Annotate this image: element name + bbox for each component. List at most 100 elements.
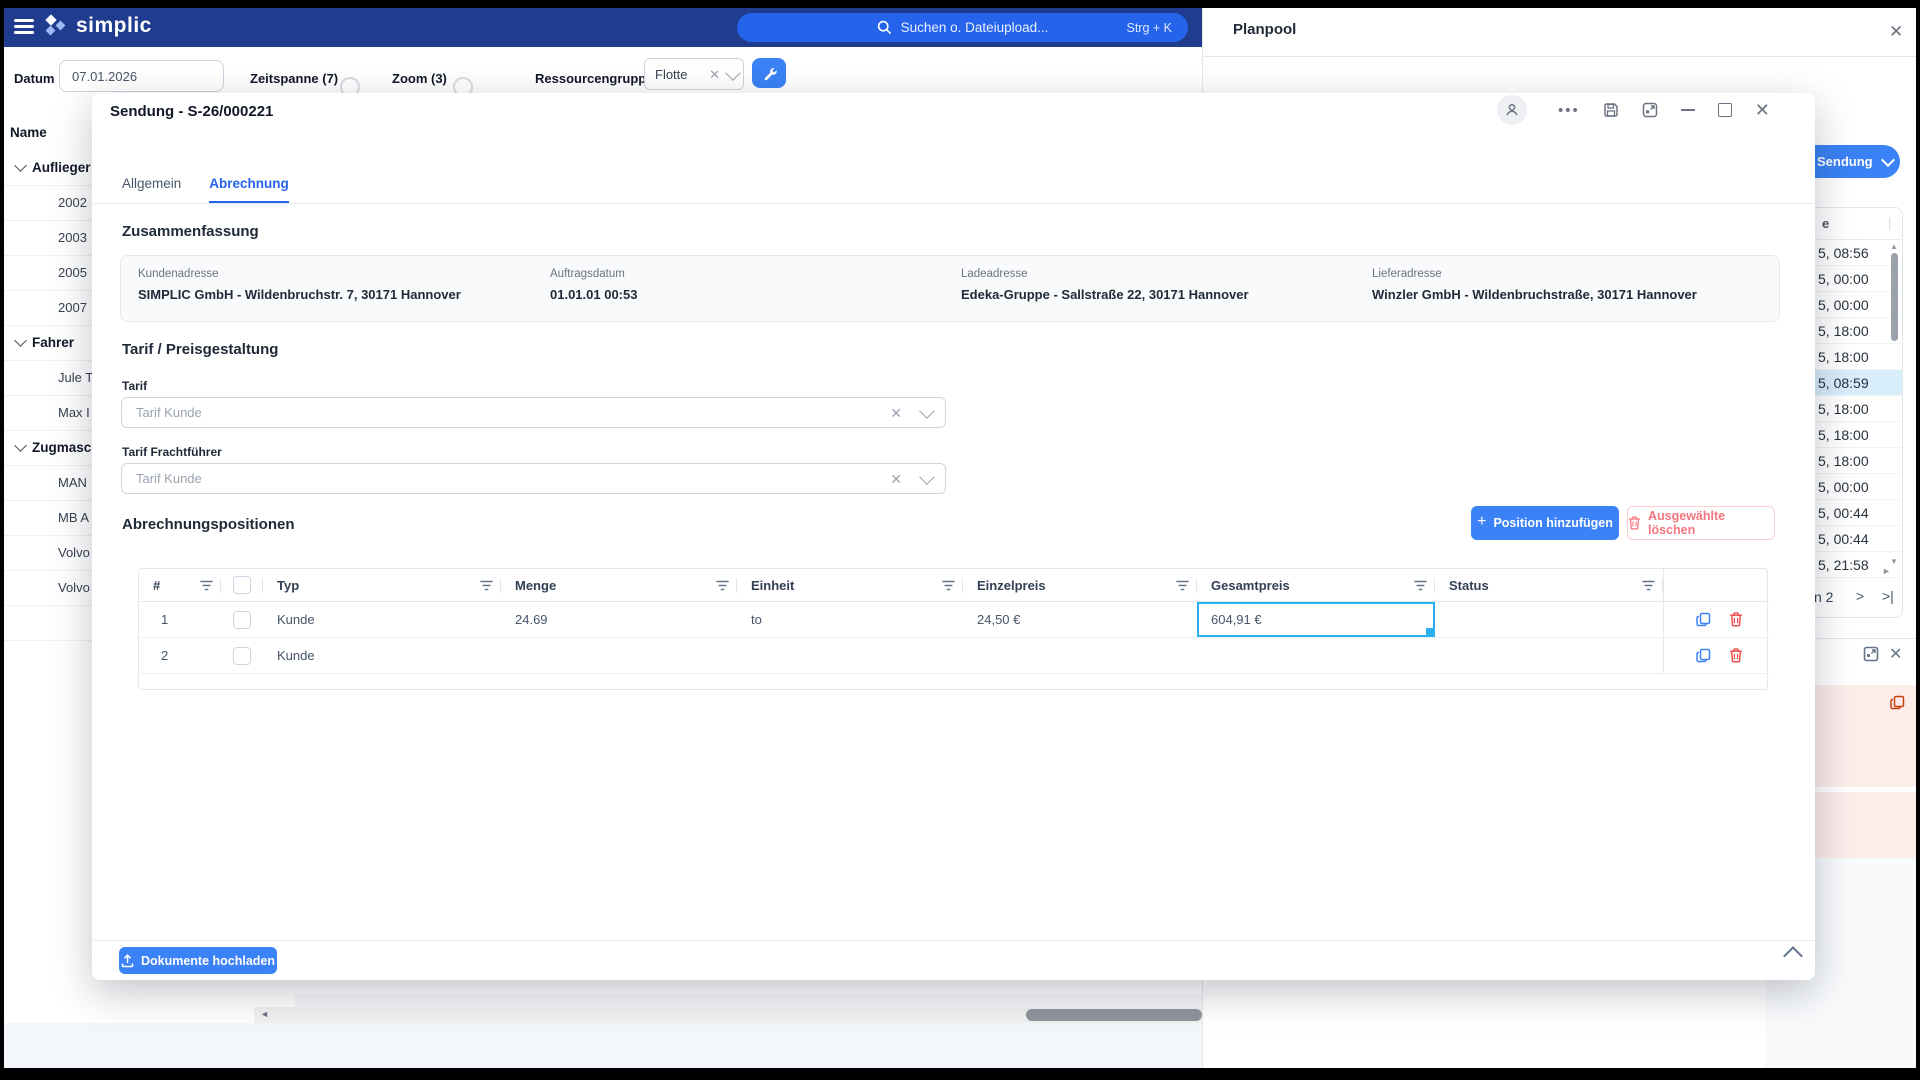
top-navbar: simplic Suchen o. Dateiupload... Strg + …	[4, 8, 1202, 47]
copy-icon[interactable]	[1696, 612, 1711, 627]
expand-icon[interactable]	[1863, 646, 1879, 662]
trash-icon[interactable]	[1729, 648, 1743, 663]
trash-icon[interactable]	[1729, 612, 1743, 627]
cell-einzelpreis[interactable]	[963, 638, 1197, 674]
col-header-typ: Typ	[263, 569, 501, 602]
grid-column-header[interactable]: e	[1822, 216, 1829, 231]
scroll-left-icon[interactable]: ◄	[260, 1009, 269, 1019]
cell-status[interactable]	[1435, 602, 1663, 638]
ressourcengruppe-select[interactable]: Flotte ✕	[644, 58, 744, 90]
dialog-header-icons: ••• ✕	[1497, 94, 1770, 126]
row-checkbox[interactable]	[233, 610, 251, 629]
divider	[92, 203, 1815, 204]
filter-icon[interactable]	[1642, 580, 1655, 591]
last-page-icon[interactable]: >|	[1882, 588, 1894, 604]
cell-menge[interactable]	[501, 638, 737, 674]
scroll-up-icon[interactable]: ▲	[1890, 242, 1898, 251]
section-heading-zusammenfassung: Zusammenfassung	[122, 223, 259, 240]
minimize-icon[interactable]	[1680, 109, 1695, 111]
scrollbar-thumb[interactable]	[1026, 1009, 1202, 1021]
cell-actions	[1663, 602, 1769, 638]
clear-icon[interactable]: ✕	[890, 472, 902, 486]
tarif-frachtfuehrer-select[interactable]: Tarif Kunde ✕	[121, 463, 946, 494]
ressourcengruppe-label: Ressourcengruppe	[535, 71, 654, 86]
zeitspanne-label: Zeitspanne (7)	[250, 71, 339, 86]
close-icon[interactable]: ✕	[1755, 100, 1770, 121]
search-icon	[877, 20, 892, 35]
cell-gesamtpreis[interactable]	[1197, 638, 1435, 674]
cell-einheit[interactable]: to	[737, 602, 963, 638]
global-search-input[interactable]: Suchen o. Dateiupload... Strg + K	[737, 13, 1188, 42]
maximize-icon[interactable]	[1717, 103, 1732, 117]
copy-icon[interactable]	[1890, 695, 1905, 710]
row-checkbox[interactable]	[233, 646, 251, 665]
col-header-select	[221, 569, 263, 602]
vertical-scrollbar-thumb[interactable]	[1891, 253, 1898, 341]
copy-icon[interactable]	[1696, 648, 1711, 663]
horizontal-scrollbar[interactable]: ◄	[254, 1007, 1202, 1023]
cell-nr[interactable]: 1	[139, 602, 221, 638]
delete-selected-button[interactable]: Ausgewählte löschen	[1627, 506, 1775, 540]
zoom-label: Zoom (3)	[392, 71, 447, 86]
chevron-down-icon[interactable]	[919, 469, 935, 485]
filter-icon[interactable]	[480, 580, 493, 591]
chevron-down-icon[interactable]	[725, 64, 741, 81]
collapse-chevron-icon[interactable]	[14, 159, 27, 172]
col-header-nr: #	[139, 569, 221, 602]
tab-abrechnung[interactable]: Abrechnung	[209, 165, 289, 204]
tarif-select[interactable]: Tarif Kunde ✕	[121, 397, 946, 428]
open-in-new-icon[interactable]	[1642, 102, 1658, 118]
filter-icon[interactable]	[1176, 580, 1189, 591]
cell-typ[interactable]: Kunde	[263, 638, 501, 674]
settings-wrench-button[interactable]	[752, 58, 786, 88]
ressourcengruppe-value: Flotte	[655, 66, 688, 82]
cell-einzelpreis[interactable]: 24,50 €	[963, 602, 1197, 638]
col-header-gesamtpreis: Gesamtpreis	[1197, 569, 1435, 602]
gantt-bottom-band	[295, 995, 1202, 1007]
filter-icon[interactable]	[200, 580, 213, 591]
chevron-down-icon[interactable]	[919, 403, 935, 419]
more-options-icon[interactable]: •••	[1558, 102, 1580, 119]
close-icon[interactable]: ✕	[1889, 22, 1903, 42]
clear-icon[interactable]: ✕	[890, 406, 902, 420]
close-icon[interactable]: ✕	[1889, 644, 1902, 664]
filter-icon[interactable]	[716, 580, 729, 591]
cell-gesamtpreis-selected[interactable]: 604,91 €	[1197, 602, 1435, 638]
select-all-checkbox[interactable]	[233, 576, 251, 594]
chevron-up-icon[interactable]	[1783, 946, 1803, 966]
col-header-einzelpreis: Einzelpreis	[963, 569, 1197, 602]
page-indicator: n 2	[1814, 589, 1834, 605]
table-footer-spacer	[139, 674, 1769, 689]
col-header-actions	[1663, 569, 1769, 602]
upload-documents-button[interactable]: Dokumente hochladen	[119, 947, 277, 974]
cell-select	[221, 602, 263, 638]
col-header-menge: Menge	[501, 569, 737, 602]
dialog-title: Sendung - S-26/000221	[110, 103, 274, 120]
cell-menge[interactable]: 24.69	[501, 602, 737, 638]
datum-input[interactable]: 07.01.2026	[59, 60, 224, 92]
cell-status[interactable]	[1435, 638, 1663, 674]
app-window: simplic Suchen o. Dateiupload... Strg + …	[4, 8, 1916, 1068]
cell-einheit[interactable]	[737, 638, 963, 674]
search-placeholder: Suchen o. Dateiupload...	[900, 20, 1049, 35]
collapse-chevron-icon[interactable]	[14, 439, 27, 452]
scroll-down-icon[interactable]: ▼	[1890, 557, 1898, 566]
hamburger-menu-icon[interactable]	[14, 19, 34, 35]
add-position-button[interactable]: + Position hinzufügen	[1471, 506, 1619, 540]
filter-icon[interactable]	[942, 580, 955, 591]
clear-icon[interactable]: ✕	[709, 68, 720, 81]
user-icon[interactable]	[1497, 95, 1527, 125]
scroll-right-icon[interactable]: ►	[1882, 566, 1891, 576]
collapse-chevron-icon[interactable]	[14, 334, 27, 347]
trash-icon	[1628, 516, 1641, 530]
chevron-down-icon	[1880, 152, 1895, 168]
save-icon[interactable]	[1603, 102, 1619, 118]
search-shortcut: Strg + K	[1126, 20, 1172, 35]
cell-typ[interactable]: Kunde	[263, 602, 501, 638]
tab-allgemein[interactable]: Allgemein	[122, 165, 181, 201]
next-page-icon[interactable]: >	[1856, 588, 1864, 604]
cell-nr[interactable]: 2	[139, 638, 221, 674]
filter-icon[interactable]	[1414, 580, 1427, 591]
dialog-tabs: Allgemein Abrechnung	[122, 165, 289, 204]
plus-icon: +	[1477, 513, 1487, 530]
